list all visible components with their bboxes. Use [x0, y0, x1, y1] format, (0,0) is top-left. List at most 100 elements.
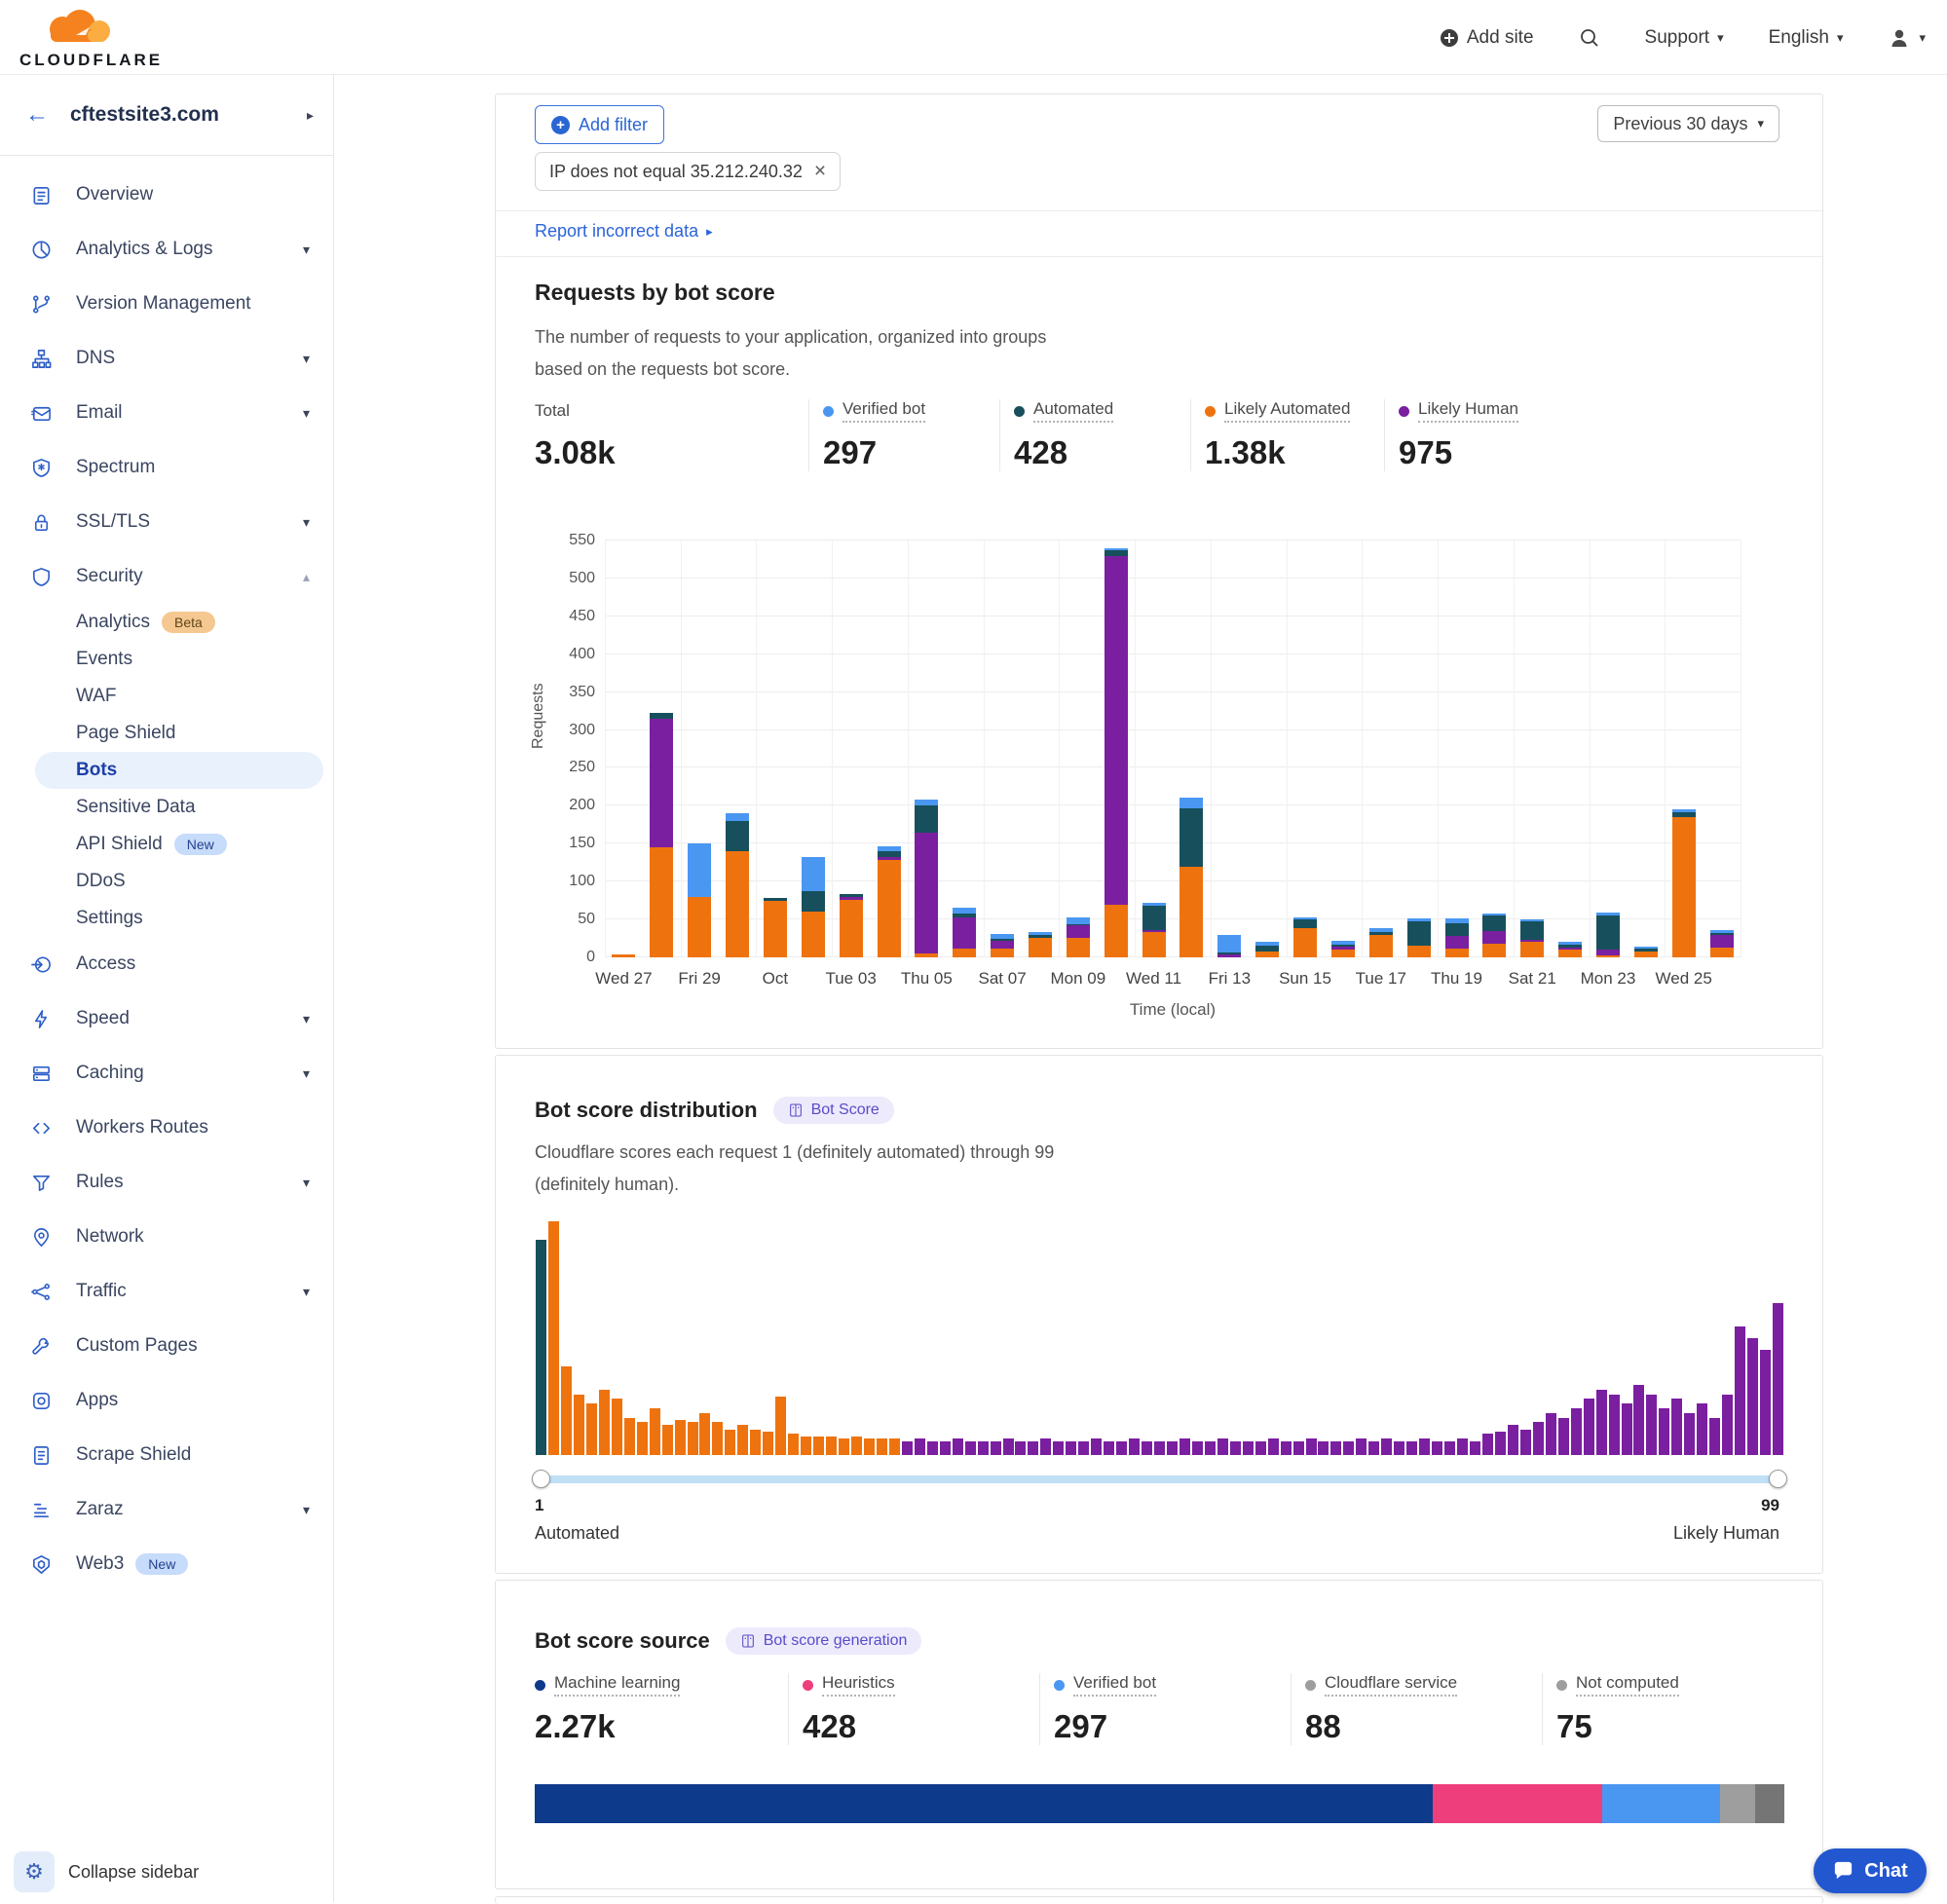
histogram-bar-likely_human[interactable] — [1533, 1422, 1544, 1455]
stacked-bar[interactable] — [802, 857, 825, 957]
histogram-bar-likely_automated[interactable] — [599, 1390, 610, 1455]
histogram-bar-likely_human[interactable] — [1167, 1441, 1178, 1455]
stacked-bar[interactable] — [688, 843, 711, 957]
histogram-bar-likely_human[interactable] — [1343, 1441, 1354, 1455]
histogram-bar-likely_human[interactable] — [965, 1441, 976, 1455]
slider-handle-max[interactable] — [1769, 1470, 1787, 1488]
histogram-bar-likely_human[interactable] — [1179, 1438, 1190, 1455]
histogram-bar-likely_human[interactable] — [1230, 1441, 1241, 1455]
histogram-bar-likely_human[interactable] — [1697, 1403, 1707, 1455]
stat-label[interactable]: Likely Human — [1418, 399, 1518, 423]
slider-handle-min[interactable] — [532, 1470, 550, 1488]
histogram-bar-likely_human[interactable] — [1773, 1303, 1783, 1455]
source-segment-heuristics[interactable] — [1433, 1784, 1602, 1823]
sidebar-item-events[interactable]: Events — [0, 641, 333, 678]
histogram-bar-likely_automated[interactable] — [826, 1437, 837, 1455]
histogram-bar-likely_human[interactable] — [1142, 1441, 1152, 1455]
histogram-bar-likely_automated[interactable] — [548, 1221, 559, 1455]
bot-score-badge[interactable]: Bot Score — [773, 1097, 894, 1124]
language-menu[interactable]: English ▾ — [1769, 27, 1844, 49]
sidebar-item-ssl-tls[interactable]: SSL/TLS▾ — [0, 495, 333, 549]
stacked-bar[interactable] — [764, 898, 787, 957]
histogram-bar-likely_automated[interactable] — [750, 1430, 761, 1455]
source-segment-cloudflare-service[interactable] — [1720, 1784, 1755, 1823]
stat-label[interactable]: Heuristics — [822, 1673, 895, 1697]
stacked-bar[interactable] — [650, 713, 673, 957]
histogram-bar-likely_automated[interactable] — [574, 1395, 584, 1455]
histogram-bar-likely_human[interactable] — [1243, 1441, 1254, 1455]
stacked-bar[interactable] — [1331, 941, 1355, 957]
histogram-bar-likely_human[interactable] — [927, 1441, 938, 1455]
stacked-bar[interactable] — [1142, 903, 1166, 957]
histogram-bar-likely_automated[interactable] — [763, 1432, 773, 1455]
histogram-bar-likely_human[interactable] — [902, 1441, 913, 1455]
histogram-bar-likely_human[interactable] — [1356, 1438, 1367, 1455]
sidebar-item-access[interactable]: Access — [0, 937, 333, 991]
histogram-bar-likely_human[interactable] — [940, 1441, 951, 1455]
stacked-bar[interactable] — [1596, 913, 1620, 957]
stacked-bar[interactable] — [1520, 919, 1544, 957]
histogram-bar-likely_human[interactable] — [953, 1438, 963, 1455]
account-menu[interactable]: ▾ — [1888, 26, 1926, 50]
sidebar-item-caching[interactable]: Caching▾ — [0, 1046, 333, 1101]
histogram-bar-likely_automated[interactable] — [801, 1437, 811, 1455]
histogram-bar-likely_human[interactable] — [1104, 1441, 1114, 1455]
histogram-bar-likely_automated[interactable] — [851, 1437, 862, 1455]
histogram-bar-likely_human[interactable] — [1470, 1441, 1480, 1455]
stacked-bar[interactable] — [991, 934, 1014, 957]
histogram-bar-likely_human[interactable] — [1129, 1438, 1140, 1455]
histogram-bar-automated[interactable] — [536, 1240, 546, 1455]
stacked-bar[interactable] — [1407, 918, 1431, 957]
stacked-bar[interactable] — [1293, 917, 1317, 957]
histogram-bar-likely_human[interactable] — [1192, 1441, 1203, 1455]
source-segment-machine-learning[interactable] — [535, 1784, 1433, 1823]
histogram-bar-likely_human[interactable] — [1508, 1425, 1518, 1455]
stacked-bar[interactable] — [1105, 548, 1128, 957]
stacked-bar[interactable] — [1217, 935, 1241, 957]
time-range-dropdown[interactable]: Previous 30 days ▾ — [1597, 105, 1779, 142]
stat-label[interactable]: Machine learning — [554, 1673, 680, 1697]
histogram-bar-likely_human[interactable] — [1520, 1430, 1531, 1455]
stacked-bar[interactable] — [1445, 918, 1469, 957]
histogram-bar-likely_human[interactable] — [1394, 1441, 1404, 1455]
stacked-bar[interactable] — [1255, 942, 1279, 957]
add-site-button[interactable]: Add site — [1440, 27, 1534, 49]
histogram-bar-likely_human[interactable] — [1609, 1395, 1620, 1455]
sidebar-item-sensitive-data[interactable]: Sensitive Data — [0, 789, 333, 826]
sidebar-item-zaraz[interactable]: Zaraz▾ — [0, 1482, 333, 1537]
sidebar-item-email[interactable]: Email▾ — [0, 386, 333, 440]
histogram-bar-likely_human[interactable] — [1444, 1441, 1455, 1455]
histogram-bar-likely_human[interactable] — [1596, 1390, 1607, 1455]
chat-button[interactable]: Chat — [1814, 1848, 1927, 1893]
histogram-bar-likely_human[interactable] — [1306, 1438, 1317, 1455]
stacked-bar[interactable] — [1634, 947, 1658, 957]
histogram-bar-likely_automated[interactable] — [612, 1399, 622, 1455]
histogram-bar-likely_human[interactable] — [1495, 1432, 1506, 1455]
stacked-bar[interactable] — [726, 813, 749, 957]
sidebar-item-rules[interactable]: Rules▾ — [0, 1155, 333, 1210]
score-range-slider[interactable] — [535, 1475, 1784, 1483]
sidebar-item-ddos[interactable]: DDoS — [0, 863, 333, 900]
histogram-bar-likely_human[interactable] — [915, 1438, 925, 1455]
histogram-bar-likely_automated[interactable] — [699, 1413, 710, 1455]
histogram-bar-likely_human[interactable] — [1684, 1413, 1695, 1455]
histogram-bar-likely_human[interactable] — [1482, 1434, 1493, 1455]
sidebar-item-waf[interactable]: WAF — [0, 678, 333, 715]
histogram-bar-likely_automated[interactable] — [864, 1438, 875, 1455]
stacked-bar[interactable] — [915, 800, 938, 957]
sidebar-item-security[interactable]: Security▴ — [0, 549, 333, 604]
stat-label[interactable]: Not computed — [1576, 1673, 1679, 1697]
add-filter-button[interactable]: + Add filter — [535, 105, 664, 144]
sidebar-item-settings[interactable]: Settings — [0, 900, 333, 937]
sidebar-item-workers-routes[interactable]: Workers Routes — [0, 1101, 333, 1155]
histogram-bar-likely_automated[interactable] — [889, 1438, 900, 1455]
sidebar-item-network[interactable]: Network — [0, 1210, 333, 1264]
histogram-bar-likely_automated[interactable] — [675, 1420, 686, 1455]
sidebar-item-overview[interactable]: Overview — [0, 168, 333, 222]
collapse-sidebar-label[interactable]: Collapse sidebar — [68, 1862, 199, 1883]
histogram-bar-likely_automated[interactable] — [650, 1408, 660, 1455]
stacked-bar[interactable] — [878, 846, 901, 957]
sidebar-item-apps[interactable]: Apps — [0, 1373, 333, 1428]
histogram-bar-likely_human[interactable] — [1633, 1385, 1644, 1455]
histogram-bar-likely_human[interactable] — [1406, 1441, 1417, 1455]
